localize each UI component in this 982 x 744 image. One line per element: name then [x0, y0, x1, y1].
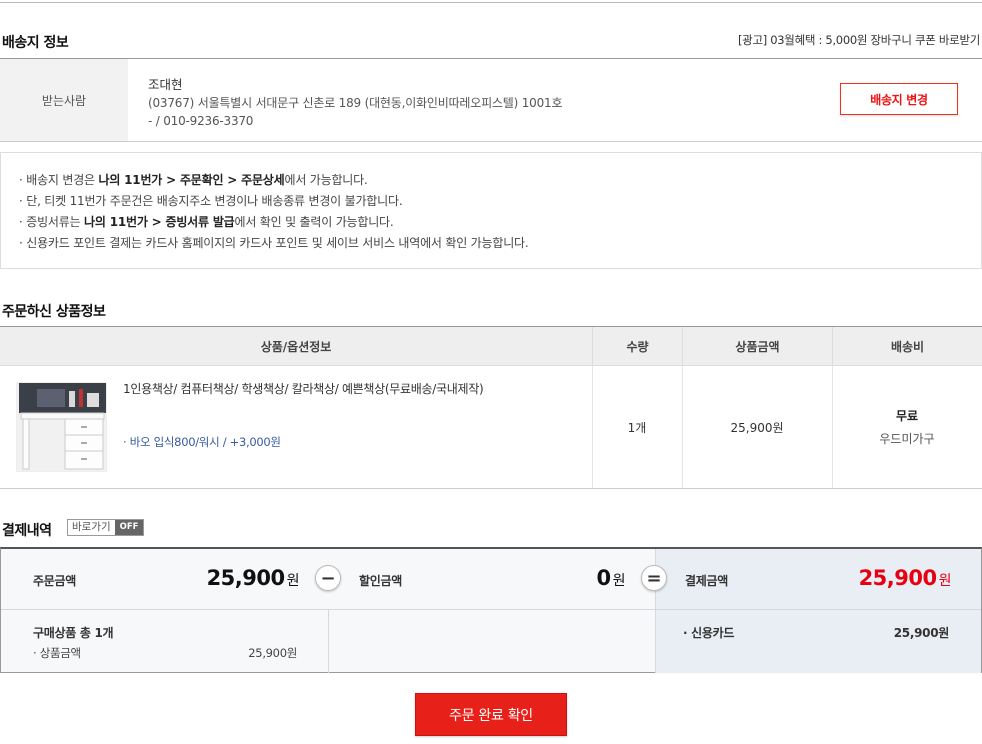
- product-table-header: 상품/옵션정보 수량 상품금액 배송비: [0, 326, 982, 366]
- shipping-section-title: 배송지 정보: [2, 35, 69, 51]
- payment-method-amount: 25,900원: [893, 626, 950, 640]
- shipping-fee-cell: 무료 우드미가구: [832, 366, 982, 488]
- toggle-state: OFF: [114, 520, 144, 535]
- header-product: 상품/옵션정보: [260, 340, 332, 354]
- product-name[interactable]: 1인용책상/ 컴퓨터책상/ 학생책상/ 칼라책상/ 예쁜책상(무료배송/국내제작…: [123, 380, 484, 397]
- payment-section-title: 결제내역: [2, 523, 52, 539]
- header-qty: 수량: [592, 327, 682, 366]
- purchase-count: 구매상품 총 1개: [33, 626, 114, 640]
- table-row: 1인용책상/ 컴퓨터책상/ 학생책상/ 칼라책상/ 예쁜책상(무료배송/국내제작…: [0, 366, 982, 489]
- equals-icon: =: [641, 565, 667, 591]
- products-section-title: 주문하신 상품정보: [2, 304, 106, 320]
- product-price: 25,900원: [730, 420, 784, 435]
- ad-coupon-link[interactable]: [광고] 03월혜택 : 5,000원 장바구니 쿠폰 바로받기: [738, 32, 980, 48]
- recipient-address: (03767) 서울특별시 서대문구 신촌로 189 (대현동,이화인비따레오피…: [148, 96, 563, 110]
- header-shipping: 배송비: [832, 327, 982, 366]
- subtotal-amount: 25,900원: [248, 646, 297, 660]
- payment-method-label: · 신용카드: [683, 626, 735, 640]
- seller-name[interactable]: 우드미가구: [879, 430, 934, 447]
- product-qty-cell: 1개: [592, 366, 682, 488]
- subtotal-label: · 상품금액: [33, 646, 81, 660]
- recipient-label: 받는사람: [0, 59, 128, 141]
- notice-item: · 배송지 변경은 나의 11번가 > 주문확인 > 주문상세에서 가능합니다.: [19, 173, 368, 187]
- shortcut-toggle[interactable]: 바로가기 OFF: [67, 519, 145, 536]
- shipping-fee: 무료: [895, 409, 919, 423]
- total-amount-label: 결제금액: [685, 574, 728, 588]
- order-amount: 25,900 원: [206, 566, 300, 590]
- notice-item: · 신용카드 포인트 결제는 카드사 홈페이지의 카드사 포인트 및 세이브 서…: [19, 236, 529, 250]
- product-thumbnail[interactable]: [16, 382, 107, 472]
- discount-amount-label: 할인금액: [359, 574, 402, 588]
- header-price: 상품금액: [682, 327, 832, 366]
- change-address-button[interactable]: 배송지 변경: [840, 83, 958, 115]
- shipping-address-panel: 받는사람 조대현 (03767) 서울특별시 서대문구 신촌로 189 (대현동…: [0, 58, 982, 142]
- product-table: 상품/옵션정보 수량 상품금액 배송비 1인용책상/ 컴퓨터책상/ 학생책상/ …: [0, 326, 982, 489]
- recipient-name: 조대현: [148, 77, 183, 92]
- notice-item: · 증빙서류는 나의 11번가 > 증빙서류 발급에서 확인 및 출력이 가능합…: [19, 215, 394, 229]
- notice-item: · 단, 티켓 11번가 주문건은 배송지주소 변경이나 배송종류 변경이 불가…: [19, 194, 403, 208]
- product-option: · 바오 입식800/워시 / +3,000원: [123, 435, 281, 449]
- product-price-cell: 25,900원: [682, 366, 832, 488]
- total-amount: 25,900 원: [858, 566, 952, 590]
- divider: [1, 609, 981, 610]
- recipient-phone: - / 010-9236-3370: [148, 114, 254, 128]
- top-divider: [0, 2, 982, 3]
- order-complete-button[interactable]: 주문 완료 확인: [415, 693, 567, 736]
- notice-box: · 배송지 변경은 나의 11번가 > 주문확인 > 주문상세에서 가능합니다.…: [0, 152, 982, 269]
- divider: [328, 609, 329, 673]
- minus-icon: −: [315, 565, 341, 591]
- product-qty: 1개: [627, 420, 647, 435]
- toggle-label: 바로가기: [68, 520, 115, 535]
- order-amount-label: 주문금액: [33, 574, 76, 588]
- payment-summary: 주문금액 25,900 원 − 할인금액 0원 = 결제금액 25,900 원 구매…: [0, 547, 982, 673]
- discount-amount: 0원: [596, 566, 625, 590]
- desk-image-icon: [17, 383, 106, 471]
